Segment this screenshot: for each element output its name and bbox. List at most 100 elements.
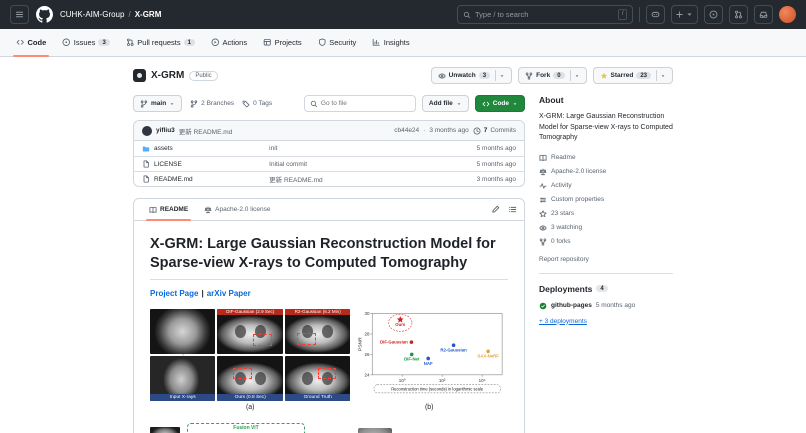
watch-count: 3 [479,72,490,79]
git-pull-request-icon [734,10,743,19]
go-to-file-input[interactable] [321,100,410,107]
deployments-count-badge: 4 [596,285,607,292]
tags-link[interactable]: 0 Tags [242,100,272,108]
org-avatar[interactable] [133,69,146,82]
tab-insights-label: Insights [384,38,410,47]
tab-security[interactable]: Security [310,29,365,56]
code-button[interactable]: Code [475,95,525,112]
report-repository-link[interactable]: Report repository [539,256,589,263]
svg-text:Ours: Ours [396,322,407,327]
caret-down-icon [685,10,694,19]
commit-author-avatar[interactable] [142,126,152,136]
tab-code[interactable]: Code [8,29,54,56]
main-column: main 2 Branches 0 Tags Add file [133,95,525,433]
fork-label: Fork [536,72,550,79]
edit-pencil-icon[interactable] [491,205,500,214]
scatter-plot-svg: 2426283010⁰10²10⁴PSNRReconstruction time… [356,309,508,401]
repo-title[interactable]: X-GRM [151,70,184,81]
graph-icon [372,38,381,47]
project-page-link[interactable]: Project Page [150,289,198,298]
hamburger-menu-button[interactable] [10,5,29,24]
branches-link[interactable]: 2 Branches [190,100,234,108]
watch-button[interactable]: Unwatch 3 [431,67,512,84]
inbox-button[interactable] [754,5,773,24]
watching-link[interactable]: 3 watching [539,224,673,232]
github-logo[interactable] [36,6,53,23]
sidebar: About X-GRM: Large Gaussian Reconstructi… [539,95,673,325]
more-deployments-link[interactable]: + 3 deployments [539,318,587,325]
svg-text:26: 26 [365,352,371,357]
sidebar-divider [539,273,673,274]
meta-label: Custom properties [551,196,604,203]
file-name-link[interactable]: assets [142,145,269,153]
tab-pull-requests[interactable]: Pull requests1 [118,29,203,56]
header-divider [639,7,640,22]
file-commit-message[interactable]: 更新 README.md [269,174,464,184]
arxiv-paper-link[interactable]: arXiv Paper [207,289,251,298]
license-link[interactable]: Apache-2.0 license [539,168,673,176]
activity-link[interactable]: Activity [539,182,673,190]
file-name-link[interactable]: README.md [142,175,269,183]
tab-projects-label: Projects [275,38,302,47]
search-icon [310,100,318,108]
button-divider [656,70,657,81]
go-to-file-box [304,95,416,112]
file-name-link[interactable]: LICENSE [142,160,269,168]
pull-requests-header-button[interactable] [729,5,748,24]
files-box: yifliu3 更新 README.md cb44e24 · 3 months … [133,120,525,187]
architecture-inputs [150,423,180,433]
user-avatar[interactable] [779,6,796,23]
issues-header-button[interactable] [704,5,723,24]
stars-link[interactable]: 23 stars [539,210,673,218]
commits-label: Commits [490,127,516,134]
caret-down-icon [456,101,462,107]
tab-insights[interactable]: Insights [364,29,417,56]
breadcrumb-repo[interactable]: X-GRM [135,10,162,19]
fork-button[interactable]: Fork 0 [518,67,586,84]
tab-issues[interactable]: Issues3 [54,29,118,56]
add-file-button[interactable]: Add file [422,95,469,112]
file-commit-message[interactable]: Initial commit [269,161,464,168]
commit-sha[interactable]: cb44e24 [394,127,419,134]
copilot-button[interactable] [646,5,665,24]
readme-title: X-GRM: Large Gaussian Reconstruction Mod… [150,235,508,280]
tab-readme[interactable]: README [141,199,196,220]
link-separator: | [201,289,203,298]
tab-license[interactable]: Apache-2.0 license [196,199,278,220]
custom-properties-link[interactable]: Custom properties [539,196,673,204]
global-search-input[interactable]: Type / to search / [457,5,633,24]
commit-message[interactable]: 更新 README.md [179,126,232,136]
svg-text:DIF-Gaussian: DIF-Gaussian [380,339,408,344]
tab-pull-requests-label: Pull requests [137,38,180,47]
xray-input-image-2: Input X-rays [150,356,215,401]
star-button[interactable]: Starred 23 [593,67,673,84]
tab-projects[interactable]: Projects [255,29,310,56]
svg-text:SAX-NeRF: SAX-NeRF [478,353,500,358]
file-name: LICENSE [154,161,182,168]
outline-icon[interactable] [508,205,517,214]
file-commit-message[interactable]: init [269,145,464,152]
meta-label: Readme [551,154,576,161]
readme-tools [491,205,517,214]
button-divider [570,70,571,81]
git-branch-icon [190,100,198,108]
global-header: CUHK-AIM-Group / X-GRM Type / to search … [0,0,806,29]
commit-history-link[interactable]: 7 Commits [473,127,516,135]
fusion-vit-label: Fusion ViT [188,425,304,431]
forks-link[interactable]: 0 forks [539,238,673,246]
dot-separator: · [423,127,425,134]
create-new-button[interactable] [671,5,698,24]
plus-icon [675,10,684,19]
deployment-env-link[interactable]: github-pages [551,302,592,309]
svg-text:Reconstruction time (seconds): Reconstruction time (seconds) in logarit… [392,386,485,391]
copilot-icon [651,10,660,19]
meta-label: 0 forks [551,238,571,245]
tab-actions[interactable]: Actions [203,29,255,56]
play-icon [211,38,220,47]
branch-selector[interactable]: main [133,95,182,112]
readme-link[interactable]: Readme [539,154,673,162]
commit-author[interactable]: yifliu3 [156,127,175,134]
meta-label: Activity [551,182,572,189]
repo-header: X-GRM Public Unwatch 3 Fork 0 Starred 23 [133,67,673,84]
breadcrumb-owner[interactable]: CUHK-AIM-Group [60,10,124,19]
